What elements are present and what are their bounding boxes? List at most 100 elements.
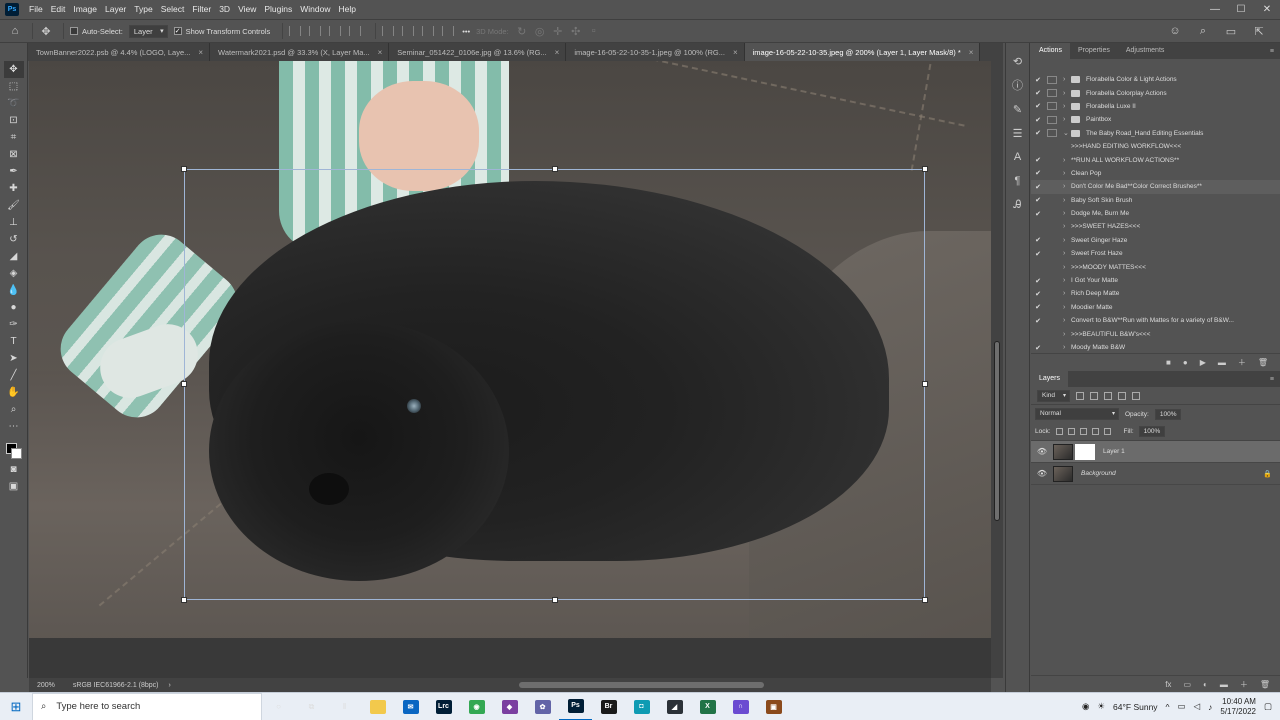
move-tool-icon[interactable]: ✥ [3,61,24,78]
transform-bounding-box[interactable] [181,166,928,603]
action-row[interactable]: ✔ › Sweet Ginger Haze [1031,234,1280,247]
headset-icon[interactable]: ∩ [724,693,757,720]
share-icon[interactable]: ☺ [1168,24,1182,38]
chevron-up-icon[interactable]: ^ [1166,702,1170,712]
tab-image-active[interactable]: image-16-05-22-10-35.jpeg @ 200% (Layer … [744,43,981,61]
line-tool-icon[interactable]: ╱ [4,367,24,384]
tab-watermark[interactable]: Watermark2021.psd @ 33.3% (X, Layer Ma..… [210,43,390,61]
menu-type[interactable]: Type [130,0,156,19]
panel-menu-icon[interactable]: ≡ [1270,376,1280,383]
dialog-toggle[interactable] [1047,236,1057,244]
path-select-icon[interactable]: ➤ [4,350,24,367]
tab-layers[interactable]: Layers [1031,371,1069,387]
crop-tool-icon[interactable]: ⌗ [4,129,24,146]
action-toggle-check[interactable]: ✔ [1031,116,1045,124]
glyphs-icon[interactable]: Ꭿ [1010,197,1026,213]
action-row[interactable]: › >>>SWEET HAZES<<< [1031,220,1280,233]
pixel-filter-icon[interactable] [1076,391,1085,400]
adjustment-layer-icon[interactable]: ◐ [1203,680,1208,689]
menu-layer[interactable]: Layer [101,0,130,19]
cortana-icon[interactable]: ○ [262,693,295,720]
maximize-button[interactable]: ☐ [1228,4,1254,15]
tab-close-icon[interactable]: × [733,48,738,57]
transform-handle-br[interactable] [922,597,928,603]
blend-mode-dropdown[interactable]: Normal [1035,408,1119,420]
tab-close-icon[interactable]: × [555,48,560,57]
smart-filter-icon[interactable] [1132,391,1141,400]
panel-menu-icon[interactable]: ≡ [1270,48,1280,55]
menu-select[interactable]: Select [157,0,189,19]
tab-image-1[interactable]: image-16-05-22-10-35-1.jpeg @ 100% (RG..… [566,43,745,61]
play-icon[interactable]: ▶ [1200,358,1206,367]
task-view-icon[interactable]: ⧉ [295,693,328,720]
workspace-icon[interactable]: ▭ [1224,24,1238,38]
action-toggle-check[interactable]: ✔ [1031,290,1045,298]
paragraph-icon[interactable]: ¶ [1010,173,1026,189]
app-dark-icon[interactable]: ◢ [658,693,691,720]
dialog-toggle[interactable] [1047,156,1057,164]
more-tools-icon[interactable]: ⋯ [4,418,24,435]
group-icon[interactable]: ▬ [1220,680,1228,689]
blur-tool-icon[interactable]: 💧 [4,282,24,299]
action-toggle-check[interactable]: ✔ [1031,210,1045,218]
transform-handle-r[interactable] [922,381,928,387]
record-icon[interactable]: ● [1183,358,1188,367]
3d-roll-icon[interactable]: ◎ [533,24,547,38]
action-toggle-check[interactable]: ✔ [1031,250,1045,258]
action-row[interactable]: ✔ › I Got Your Matte [1031,274,1280,287]
tab-actions[interactable]: Actions [1031,43,1070,59]
visibility-eye-icon[interactable]: 👁 [1031,447,1053,456]
expand-chevron-icon[interactable]: › [1063,250,1071,257]
adjustment-filter-icon[interactable] [1090,391,1099,400]
pen-tool-icon[interactable]: ✑ [4,316,24,333]
paint-bucket-icon[interactable]: ◈ [4,265,24,282]
action-toggle-check[interactable]: ✔ [1031,344,1045,352]
align-top-icon[interactable] [349,26,362,36]
3d-pan-icon[interactable]: ✛ [551,24,565,38]
history-icon[interactable]: ⟲ [1010,53,1026,69]
opacity-input[interactable]: 100% [1154,408,1182,420]
dodge-tool-icon[interactable]: ● [4,299,24,316]
expand-chevron-icon[interactable]: › [1063,183,1071,190]
menu-plugins[interactable]: Plugins [260,0,296,19]
action-toggle-check[interactable]: ✔ [1031,169,1045,177]
expand-chevron-icon[interactable]: › [1063,223,1071,230]
move-tool-icon[interactable]: ✥ [39,24,53,38]
action-toggle-check[interactable]: ✔ [1031,129,1045,137]
marquee-tool-icon[interactable]: ⬚ [4,78,24,95]
expand-chevron-icon[interactable]: › [1063,344,1071,351]
character-icon[interactable]: A [1010,149,1026,165]
eraser-tool-icon[interactable]: ◢ [4,248,24,265]
color-swatches[interactable] [4,441,24,461]
action-toggle-check[interactable]: ✔ [1031,89,1045,97]
action-toggle-check[interactable]: ✔ [1031,156,1045,164]
screen-mode-icon[interactable]: ▣ [4,478,24,495]
lock-all-icon[interactable] [1103,428,1111,435]
action-row[interactable]: ✔ › Rich Deep Matte [1031,287,1280,300]
dialog-toggle[interactable] [1047,330,1057,338]
hand-tool-icon[interactable]: ✋ [4,384,24,401]
arrange-icon[interactable]: ⇱ [1252,24,1266,38]
explorer-icon[interactable] [361,693,394,720]
background-color[interactable] [10,448,22,459]
bridge-icon[interactable]: Br [592,693,625,720]
tab-townbanner[interactable]: TownBanner2022.psb @ 4.4% (LOGO, Laye...… [28,43,211,61]
new-set-icon[interactable]: ▬ [1218,358,1226,367]
align-left-icon[interactable] [289,26,302,36]
layer-mask-thumbnail[interactable] [1075,443,1095,460]
history-brush-icon[interactable]: ↺ [4,231,24,248]
distribute-right-icon[interactable] [422,26,435,36]
show-transform-checkbox[interactable]: ✓ [173,27,182,35]
dialog-toggle[interactable] [1047,344,1057,352]
tab-close-icon[interactable]: × [378,48,383,57]
minimize-button[interactable]: — [1202,4,1228,15]
tab-close-icon[interactable]: × [969,48,974,57]
menu-filter[interactable]: Filter [188,0,215,19]
action-row[interactable]: ✔ › Convert to B&W**Run with Mattes for a … [1031,314,1280,327]
quick-mask-icon[interactable]: ◙ [4,461,24,478]
action-toggle-check[interactable]: ✔ [1031,303,1045,311]
transform-handle-tl[interactable] [181,166,187,172]
menu-view[interactable]: View [234,0,260,19]
dialog-toggle[interactable] [1047,263,1057,271]
canvas-area[interactable] [29,61,991,678]
